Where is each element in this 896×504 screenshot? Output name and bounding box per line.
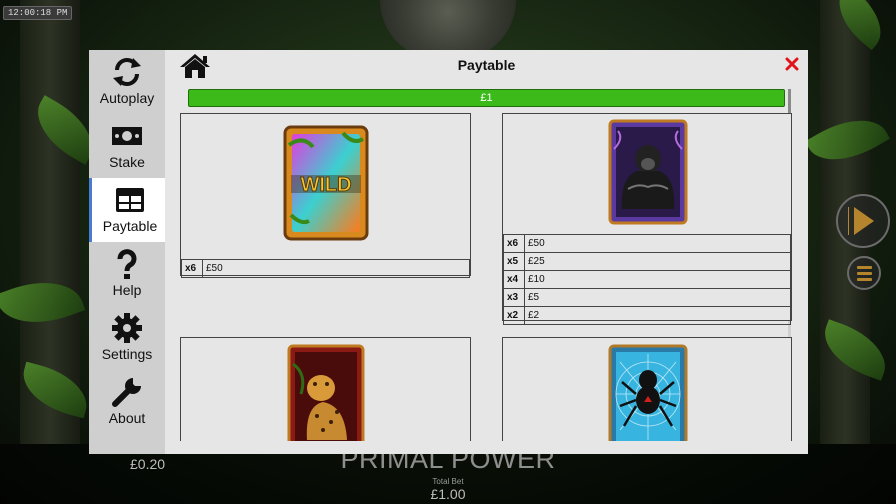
table-row: x6 £50 [503,234,791,253]
wild-symbol-icon: WILD [283,125,369,241]
sidebar-item-label: Settings [101,346,153,362]
wild-symbol-text: WILD [300,174,351,196]
sidebar-item-label: Stake [109,154,145,170]
gorilla-symbol-icon [608,119,688,225]
close-icon[interactable] [785,57,799,71]
spin-button[interactable] [836,194,890,248]
spider-symbol-icon [608,344,688,441]
total-bet-label: Total Bet [432,477,464,486]
question-icon [117,249,137,279]
wrench-icon [112,378,141,407]
symbol-card-wild: WILD x6 £50 [180,113,471,278]
sidebar-item-label: Help [112,282,142,298]
gear-icon [112,313,142,343]
table-row: x2 £2 [503,306,791,325]
table-row: x5 £25 [503,252,791,271]
page-title: Paytable [457,57,516,73]
table-row: x6 £50 [181,259,470,278]
paytable-content[interactable]: £1 WILD x6 £50 x6 £50 x5 £25 x4 £10 x3 £… [180,84,792,441]
sidebar-item-label: Paytable [102,218,158,234]
modal-header: Paytable [165,50,808,80]
sidebar: Autoplay Stake Paytable Help Settings Ab… [89,50,165,454]
paytable-modal: Autoplay Stake Paytable Help Settings Ab… [89,50,808,454]
table-icon [116,188,144,212]
total-bet-value: £1.00 [430,486,466,502]
table-row: x4 £10 [503,270,791,289]
sidebar-item-stake[interactable]: Stake [89,114,165,178]
paytable-wild: x6 £50 [181,259,470,278]
sidebar-item-help[interactable]: Help [89,242,165,306]
clock: 12:00:18 PM [3,6,73,20]
symbol-card-leopard [180,337,471,441]
menu-button[interactable] [847,256,881,290]
symbol-card-spider [502,337,792,441]
stake-indicator: £1 [188,89,785,107]
sidebar-item-about[interactable]: About [89,370,165,434]
banknote-icon [112,127,142,145]
sidebar-item-label: Autoplay [99,90,155,106]
sidebar-item-autoplay[interactable]: Autoplay [89,50,165,114]
sidebar-item-paytable[interactable]: Paytable [89,178,165,242]
symbol-card-gorilla: x6 £50 x5 £25 x4 £10 x3 £5 x2 £2 [502,113,792,325]
sidebar-item-settings[interactable]: Settings [89,306,165,370]
sidebar-item-label: About [108,410,146,426]
paytable-gorilla: x6 £50 x5 £25 x4 £10 x3 £5 x2 £2 [503,234,791,325]
refresh-icon [113,58,141,86]
table-row: x3 £5 [503,288,791,307]
leopard-symbol-icon [287,344,365,441]
